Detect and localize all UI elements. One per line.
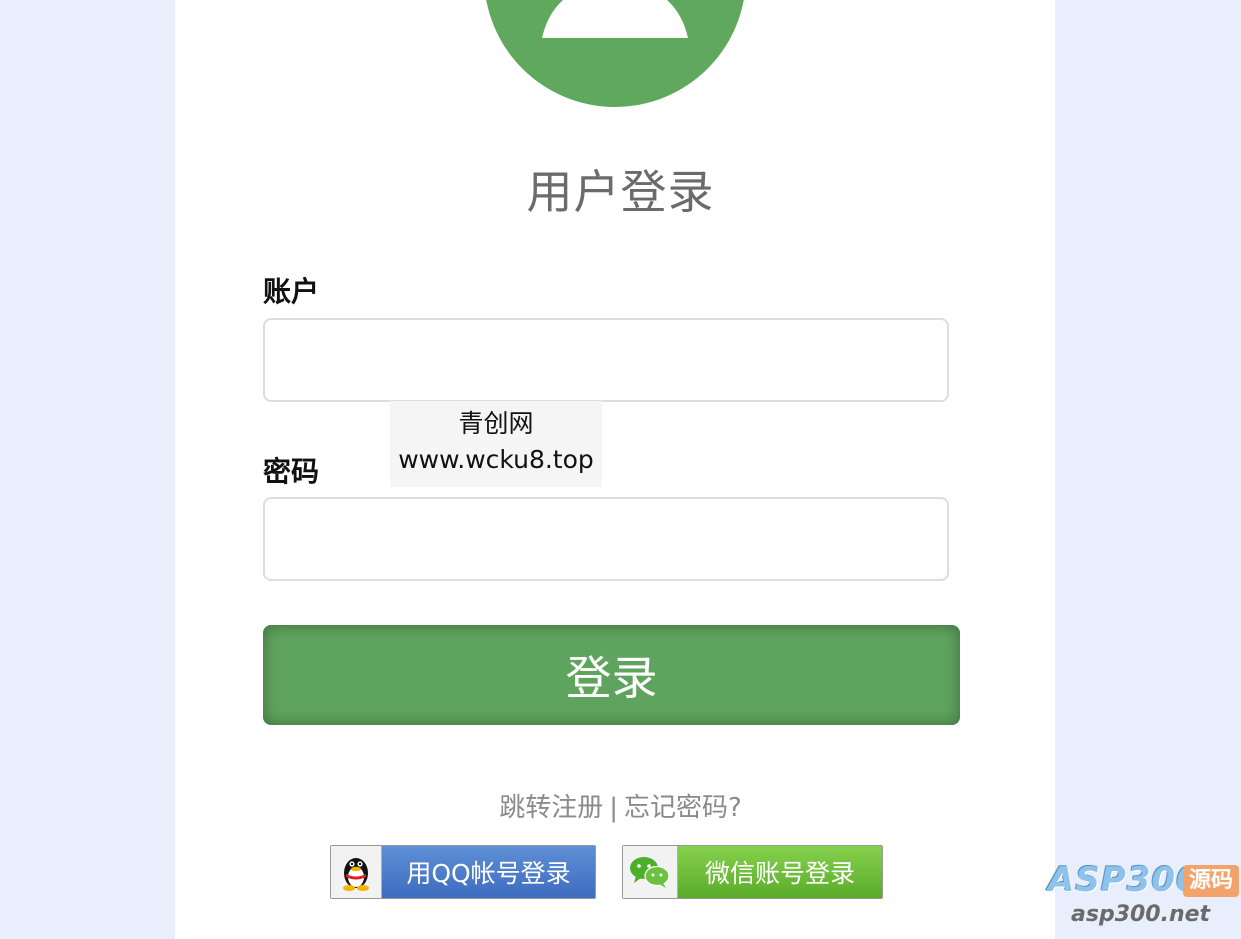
login-button[interactable]: 登录 xyxy=(263,625,960,725)
account-input[interactable] xyxy=(263,318,949,402)
brand-watermark: ASP300 源码 asp300.net xyxy=(1045,860,1241,939)
user-avatar-icon xyxy=(484,0,746,107)
register-link[interactable]: 跳转注册 xyxy=(499,793,603,823)
watermark-overlay: 青创网 www.wcku8.top xyxy=(390,401,602,487)
forgot-password-link[interactable]: 忘记密码? xyxy=(624,793,742,823)
watermark-line-1: 青创网 xyxy=(458,409,534,438)
wechat-login-button[interactable]: 微信账号登录 xyxy=(622,845,883,899)
password-label: 密码 xyxy=(263,455,320,488)
password-input[interactable] xyxy=(263,497,949,581)
link-separator: | xyxy=(609,793,618,823)
wechat-login-label: 微信账号登录 xyxy=(678,846,882,898)
account-label: 账户 xyxy=(263,275,320,308)
qq-login-label: 用QQ帐号登录 xyxy=(382,846,595,898)
qq-login-button[interactable]: 用QQ帐号登录 xyxy=(330,845,596,899)
brand-tag: 源码 xyxy=(1183,865,1239,897)
page-title: 用户登录 xyxy=(526,165,715,219)
auxiliary-links: 跳转注册 | 忘记密码? xyxy=(0,787,1241,824)
watermark-line-2: www.wcku8.top xyxy=(398,445,594,474)
qq-penguin-icon xyxy=(331,846,382,898)
brand-name: ASP300 xyxy=(1048,860,1201,900)
wechat-icon xyxy=(623,846,678,898)
brand-url: asp300.net xyxy=(1071,902,1211,927)
